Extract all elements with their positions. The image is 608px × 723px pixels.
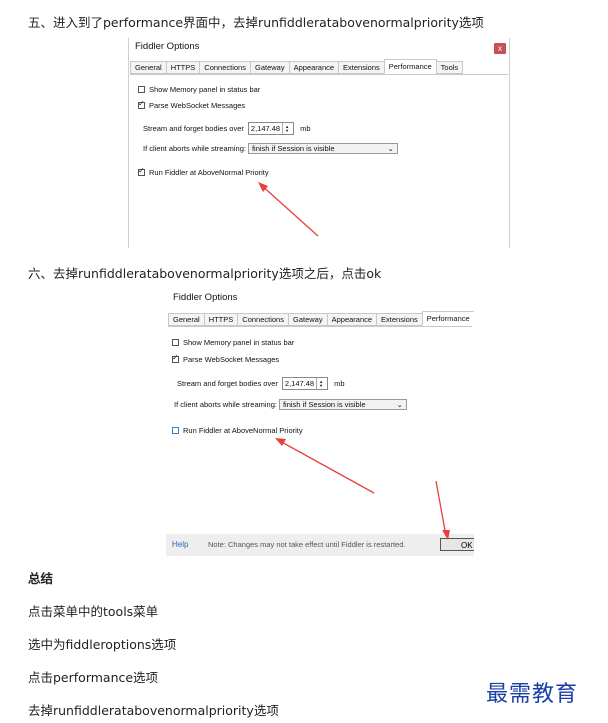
fiddler-options-dialog-2: Fiddler Options General HTTPS Connection… — [166, 290, 474, 556]
abort-select[interactable]: finish if Session is visible ⌄ — [247, 143, 398, 154]
run-fiddler-label: Run Fiddler at AboveNormal Priority — [183, 426, 303, 435]
tab-appearance[interactable]: Appearance — [326, 313, 378, 326]
tab-https[interactable]: HTTPS — [203, 313, 239, 326]
parse-websocket-label: Parse WebSocket Messages — [183, 355, 280, 364]
abort-row: If client aborts while streaming: finish… — [174, 399, 407, 410]
parse-websocket-label: Parse WebSocket Messages — [149, 101, 246, 110]
tab-bar: General HTTPS Connections Gateway Appear… — [130, 59, 464, 74]
abort-select[interactable]: finish if Session is visible ⌄ — [278, 399, 407, 410]
summary-item-1: 点击菜单中的tools菜单 — [28, 604, 159, 619]
tab-bar: General HTTPS Connections Gateway Appear… — [168, 311, 474, 326]
fiddler-options-dialog-1: Fiddler Options x General HTTPS Connecti… — [128, 38, 510, 246]
show-memory-checkbox[interactable] — [172, 339, 179, 346]
tab-performance[interactable]: Performance — [383, 59, 437, 74]
tab-extensions[interactable]: Extensions — [376, 313, 423, 326]
stream-value-input[interactable]: 2,147.48 ▲ ▼ — [247, 122, 295, 135]
stream-unit: mb — [334, 379, 345, 388]
parse-websocket-row[interactable]: Parse WebSocket Messages — [172, 353, 280, 364]
stream-label: Stream and forget bodies over — [143, 124, 244, 133]
parse-websocket-checkbox[interactable] — [172, 353, 179, 363]
stream-row: Stream and forget bodies over 2,147.48 ▲… — [177, 377, 345, 390]
parse-websocket-row[interactable]: Parse WebSocket Messages — [138, 99, 246, 110]
stream-spinner[interactable]: ▲ ▼ — [316, 378, 325, 389]
tab-connections[interactable]: Connections — [199, 61, 251, 74]
tab-general[interactable]: General — [130, 61, 167, 74]
spin-down-icon[interactable]: ▼ — [319, 383, 323, 388]
tab-appearance[interactable]: Appearance — [288, 61, 340, 74]
stream-value-input[interactable]: 2,147.48 ▲ ▼ — [281, 377, 329, 390]
ok-button[interactable]: OK — [440, 538, 474, 551]
tab-general[interactable]: General — [168, 313, 205, 326]
tab-divider — [130, 74, 508, 75]
show-memory-row[interactable]: Show Memory panel in status bar — [138, 85, 260, 94]
dialog-title: Fiddler Options — [135, 41, 200, 52]
close-button[interactable]: x — [494, 43, 506, 54]
summary-item-4: 去掉runfiddleratabovenormalpriority选项 — [28, 703, 279, 718]
tab-connections[interactable]: Connections — [237, 313, 289, 326]
step-six-text: 六、去掉runfiddleratabovenormalpriority选项之后，… — [28, 266, 382, 281]
summary-item-3: 点击performance选项 — [28, 670, 159, 685]
spin-down-icon[interactable]: ▼ — [285, 128, 289, 133]
red-arrow-annotations — [275, 438, 450, 540]
tab-gateway[interactable]: Gateway — [287, 313, 328, 326]
show-memory-label: Show Memory panel in status bar — [149, 85, 261, 94]
tab-tools[interactable]: Tools — [435, 61, 464, 74]
abort-label: If client aborts while streaming: — [174, 400, 277, 409]
dialog-title: Fiddler Options — [173, 292, 238, 303]
abort-select-value: finish if Session is visible — [251, 144, 335, 153]
show-memory-row[interactable]: Show Memory panel in status bar — [172, 338, 294, 347]
run-fiddler-row[interactable]: Run Fiddler at AboveNormal Priority — [172, 426, 303, 435]
stream-value: 2,147.48 — [284, 379, 315, 388]
run-fiddler-checkbox[interactable] — [172, 427, 179, 434]
stream-spinner[interactable]: ▲ ▼ — [282, 123, 291, 134]
dialog1-right-edge — [509, 38, 510, 248]
stream-value: 2,147.48 — [250, 124, 281, 133]
stream-label: Stream and forget bodies over — [177, 379, 278, 388]
stream-row: Stream and forget bodies over 2,147.48 ▲… — [143, 122, 311, 135]
tab-extensions[interactable]: Extensions — [338, 61, 385, 74]
chevron-down-icon: ⌄ — [387, 144, 394, 153]
abort-select-value: finish if Session is visible — [282, 400, 366, 409]
tab-performance[interactable]: Performance — [421, 311, 474, 326]
run-fiddler-label: Run Fiddler at AboveNormal Priority — [149, 168, 269, 177]
abort-row: If client aborts while streaming: finish… — [143, 143, 398, 154]
tab-https[interactable]: HTTPS — [165, 61, 201, 74]
dialog1-left-edge — [128, 38, 129, 248]
step-five-text: 五、进入到了performance界面中，去掉runfiddleratabove… — [28, 15, 484, 30]
parse-websocket-checkbox[interactable] — [138, 99, 145, 109]
stream-unit: mb — [300, 124, 311, 133]
run-fiddler-row[interactable]: Run Fiddler at AboveNormal Priority — [138, 166, 269, 177]
run-fiddler-checkbox[interactable] — [138, 166, 145, 176]
dialog-footer: Help Note: Changes may not take effect u… — [166, 534, 474, 556]
show-memory-checkbox[interactable] — [138, 86, 145, 93]
summary-item-2: 选中为fiddleroptions选项 — [28, 637, 177, 652]
chevron-down-icon: ⌄ — [396, 400, 403, 409]
abort-label: If client aborts while streaming: — [143, 144, 246, 153]
tab-divider — [168, 326, 472, 327]
summary-title: 总结 — [28, 571, 54, 586]
help-link[interactable]: Help — [172, 540, 188, 549]
show-memory-label: Show Memory panel in status bar — [183, 338, 295, 347]
restart-note: Note: Changes may not take effect until … — [208, 540, 406, 549]
tab-gateway[interactable]: Gateway — [249, 61, 290, 74]
watermark-logo: 最需教育 — [486, 682, 579, 707]
